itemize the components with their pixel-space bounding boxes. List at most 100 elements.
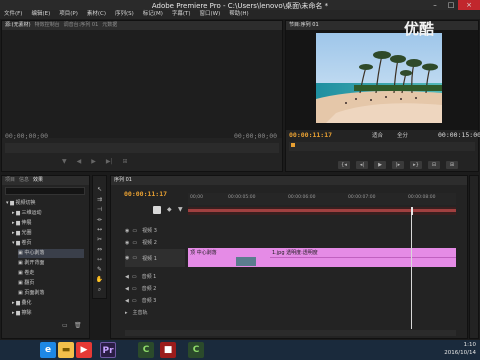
tab-effects[interactable]: 效果 [33, 176, 43, 185]
track-select-tool-icon[interactable]: ⇉ [95, 196, 104, 204]
selection-tool-icon[interactable]: ↖ [95, 186, 104, 194]
go-to-in-icon[interactable]: {◂ [338, 161, 350, 169]
ruler-playhead-icon[interactable] [411, 207, 413, 215]
camtasia-icon[interactable]: C [138, 342, 154, 358]
lock-icon[interactable]: ▭ [132, 240, 137, 246]
menu-help[interactable]: 帮助(H) [229, 10, 248, 19]
snap-icon[interactable] [153, 206, 161, 214]
effect-center-peel[interactable]: ▣ 中心剥落 [18, 249, 84, 258]
effect-folder-stretch[interactable]: ▸ ▆ 伸展 [12, 219, 32, 228]
folder-icon[interactable]: ▬ [58, 342, 74, 358]
slide-tool-icon[interactable]: ⇿ [95, 256, 104, 264]
minimize-button[interactable]: – [428, 0, 442, 10]
program-scrub-bar[interactable] [289, 142, 475, 151]
rolling-edit-tool-icon[interactable]: ⟛ [95, 216, 104, 224]
quality-select[interactable]: 全分 [397, 131, 408, 139]
ruler-label-0: 00;00 [190, 195, 203, 200]
watermark-logo: 优酷 [404, 20, 435, 38]
tab-project[interactable]: 项目 [5, 176, 15, 185]
timeline-timecode[interactable]: 00:00:11:17 [124, 190, 167, 198]
playhead-icon[interactable] [291, 143, 295, 147]
eye-icon[interactable]: ◉ [125, 255, 129, 261]
timeline-scrollbar[interactable] [125, 330, 456, 336]
tab-metadata[interactable]: 元数据 [102, 21, 117, 30]
pen-tool-icon[interactable]: ✎ [95, 266, 104, 274]
tab-info[interactable]: 信息 [19, 176, 29, 185]
menu-edit[interactable]: 编辑(E) [31, 10, 50, 19]
source-scrub-bar[interactable] [5, 143, 279, 153]
delete-icon[interactable]: 🗑 [74, 322, 82, 329]
tab-source[interactable]: 源:(无素材) [5, 21, 31, 30]
mark-in-icon[interactable]: ▼ [62, 158, 67, 166]
video-clip-2[interactable]: 1.jpg 透明度:透明度 [270, 248, 456, 267]
speaker-icon[interactable]: ◀ [125, 286, 129, 292]
speaker-icon[interactable]: ◀ [125, 298, 129, 304]
eye-icon[interactable]: ◉ [125, 240, 129, 246]
program-timecode-current[interactable]: 00:00:11:17 [289, 131, 332, 139]
play-icon[interactable]: ▶ [91, 158, 96, 166]
track-label: 视频 3 [142, 228, 157, 234]
play-button[interactable]: ▶ [374, 161, 386, 169]
lock-icon[interactable]: ▭ [132, 274, 137, 280]
lock-icon[interactable]: ▭ [132, 228, 137, 234]
media-player-icon[interactable]: ▶ [76, 342, 92, 358]
lock-icon[interactable]: ▭ [132, 286, 137, 292]
tab-audio-mixer[interactable]: 调音台:序列 01 [64, 21, 99, 30]
step-forward-icon[interactable]: |▸ [392, 161, 404, 169]
step-back-icon[interactable]: ◀ [77, 158, 82, 166]
ie-icon[interactable]: e [40, 342, 56, 358]
insert-icon[interactable]: ⊞ [123, 158, 128, 166]
marker-icon[interactable]: ◆ [167, 206, 172, 213]
camtasia-recorder-icon[interactable]: C [188, 342, 204, 358]
eye-icon[interactable]: ◉ [125, 228, 129, 234]
tab-program[interactable]: 节目:序列 01 [289, 21, 319, 30]
zoom-tool-icon[interactable]: ⌕ [95, 286, 104, 294]
effect-folder-dissolve[interactable]: ▸ ▆ 叠化 [12, 299, 32, 308]
maximize-button[interactable]: □ [444, 0, 458, 10]
effect-page-turn[interactable]: ▣ 翻页 [18, 279, 34, 288]
premiere-icon[interactable]: Pr [100, 342, 116, 358]
menu-clip[interactable]: 素材(C) [87, 10, 106, 19]
effect-folder-iris[interactable]: ▸ ▆ 光圈 [12, 229, 32, 238]
video-clip-1[interactable]: 顶 中心剥落 [188, 248, 270, 267]
menu-title[interactable]: 字幕(T) [172, 10, 191, 19]
tab-effect-controls[interactable]: 特效控制台 [35, 21, 60, 30]
go-to-out-icon[interactable]: ▸} [410, 161, 422, 169]
menu-window[interactable]: 窗口(W) [200, 10, 221, 19]
opacity-line[interactable] [270, 257, 456, 258]
effect-folder-3d-motion[interactable]: ▸ ▆ 三维运动 [12, 209, 42, 218]
lift-icon[interactable]: ⊟ [428, 161, 440, 169]
menu-file[interactable]: 文件(F) [4, 10, 22, 19]
ripple-edit-tool-icon[interactable]: ⊣ [95, 206, 104, 214]
fit-select[interactable]: 适合 [372, 131, 383, 139]
rate-stretch-tool-icon[interactable]: ↔ [95, 226, 104, 234]
work-area-bar[interactable] [188, 207, 456, 215]
menu-sequence[interactable]: 序列(S) [115, 10, 134, 19]
new-bin-icon[interactable]: ▭ [62, 322, 68, 329]
step-back-icon[interactable]: ◂| [356, 161, 368, 169]
close-button[interactable]: × [458, 0, 480, 10]
hand-tool-icon[interactable]: ✋ [95, 276, 104, 284]
app-icon[interactable]: ■ [160, 342, 176, 358]
expand-icon[interactable]: ▸ [125, 310, 128, 316]
razor-tool-icon[interactable]: ✂ [95, 236, 104, 244]
add-marker-icon[interactable]: ▼ [178, 206, 183, 213]
menu-project[interactable]: 项目(P) [59, 10, 78, 19]
effect-folder-page-peel[interactable]: ▾ ▆ 卷页 [12, 239, 32, 248]
effect-page-peel[interactable]: ▣ 页面剥落 [18, 289, 44, 298]
effect-folder-wipe[interactable]: ▸ ▆ 擦除 [12, 309, 32, 318]
effect-peel-back[interactable]: ▣ 剥开背面 [18, 259, 44, 268]
system-clock[interactable]: 1:10 2016/10/14 [444, 341, 476, 357]
effect-roll-away[interactable]: ▣ 卷走 [18, 269, 34, 278]
step-forward-icon[interactable]: ▶| [106, 158, 113, 166]
extract-icon[interactable]: ⊞ [446, 161, 458, 169]
effect-folder-video-transitions[interactable]: ▾ ▆ 视频切换 [6, 199, 36, 208]
effects-search-input[interactable] [5, 187, 85, 195]
lock-icon[interactable]: ▭ [132, 255, 137, 261]
clip-thumbnail [236, 257, 256, 266]
menu-marker[interactable]: 标记(M) [143, 10, 163, 19]
tab-sequence-01[interactable]: 序列 01 [114, 176, 132, 185]
lock-icon[interactable]: ▭ [132, 298, 137, 304]
speaker-icon[interactable]: ◀ [125, 274, 129, 280]
slip-tool-icon[interactable]: ⇔ [95, 246, 104, 254]
